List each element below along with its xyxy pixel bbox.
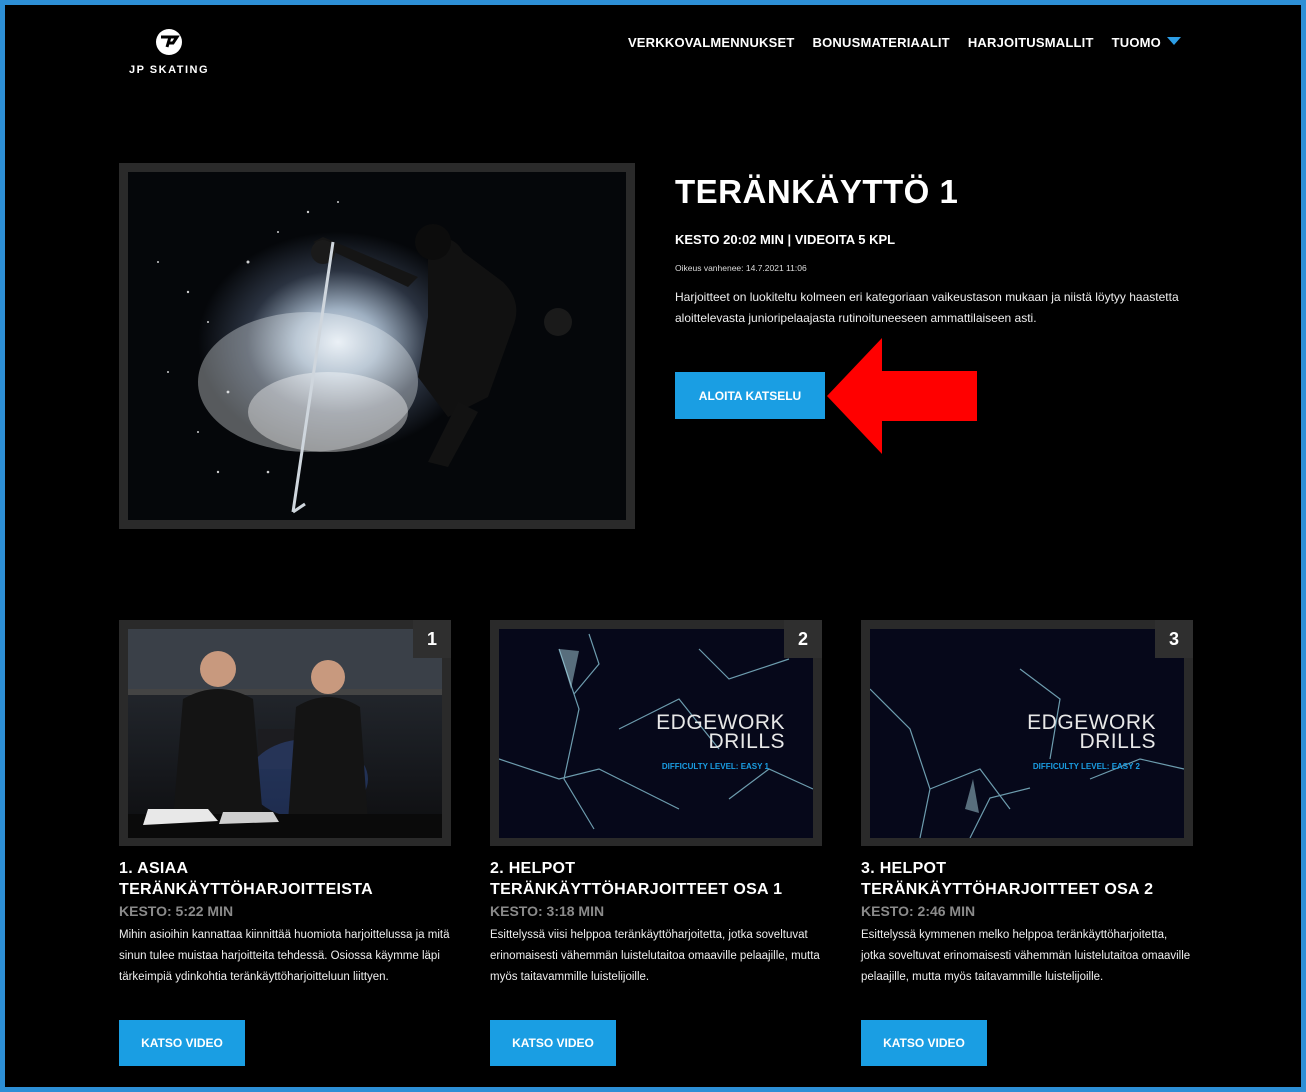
watch-video-button[interactable]: KATSO VIDEO: [490, 1020, 616, 1066]
course-meta: KESTO 20:02 MIN | VIDEOITA 5 KPL: [675, 232, 896, 247]
video-thumbnail[interactable]: EDGEWORK DRILLS DIFFICULTY LEVEL: EASY 2…: [861, 620, 1193, 846]
page-title: TERÄNKÄYTTÖ 1: [675, 173, 959, 210]
video-number-badge: 1: [413, 620, 451, 658]
video-title-line-1: 2. HELPOT: [490, 860, 576, 877]
thumbnail-difficulty: DIFFICULTY LEVEL: EASY 1: [661, 762, 769, 771]
video-title-line-1: 3. HELPOT: [861, 860, 947, 877]
thumbnail-title: EDGEWORK DRILLS: [1027, 712, 1156, 753]
video-card-2: EDGEWORK DRILLS DIFFICULTY LEVEL: EASY 1…: [490, 620, 822, 1066]
video-description: Esittelyssä viisi helppoa teränkäyttöhar…: [490, 929, 820, 983]
video-title-line-2: TERÄNKÄYTTÖHARJOITTEISTA: [119, 881, 374, 898]
red-arrow-annotation-icon: [827, 338, 977, 454]
thumbnail-title-line-2: DRILLS: [1079, 730, 1156, 753]
watch-video-button[interactable]: KATSO VIDEO: [861, 1020, 987, 1066]
video-title-line-2: TERÄNKÄYTTÖHARJOITTEET OSA 2: [861, 881, 1154, 898]
hero-image: [119, 163, 635, 529]
video-duration: KESTO: 2:46 MIN: [861, 903, 976, 919]
video-card-1: 1 1. ASIAA TERÄNKÄYTTÖHARJOITTEISTA KEST…: [119, 620, 451, 1066]
thumbnail-title-line-2: DRILLS: [708, 730, 785, 753]
video-card-3: EDGEWORK DRILLS DIFFICULTY LEVEL: EASY 2…: [861, 620, 1193, 1066]
logo-mark-icon: [156, 29, 182, 55]
nav-item-verkkovalmennukset[interactable]: VERKKOVALMENNUKSET: [628, 35, 795, 50]
nav-item-bonusmateriaalit[interactable]: BONUSMATERIAALIT: [813, 35, 950, 50]
access-expiry: Oikeus vanhenee: 14.7.2021 11:06: [675, 263, 807, 273]
start-watching-button[interactable]: ALOITA KATSELU: [675, 372, 825, 419]
video-description: Mihin asioihin kannattaa kiinnittää huom…: [119, 929, 450, 983]
thumbnail-title: EDGEWORK DRILLS: [656, 712, 785, 753]
video-title-line-2: TERÄNKÄYTTÖHARJOITTEET OSA 1: [490, 881, 783, 898]
video-number-badge: 2: [784, 620, 822, 658]
jp-skating-logo[interactable]: JP SKATING: [119, 27, 219, 76]
video-number-badge: 3: [1155, 620, 1193, 658]
video-title[interactable]: 3. HELPOT TERÄNKÄYTTÖHARJOITTEET OSA 2: [861, 858, 1193, 900]
video-title[interactable]: 1. ASIAA TERÄNKÄYTTÖHARJOITTEISTA: [119, 858, 451, 900]
coaches-illustration: [128, 629, 442, 838]
video-description: Esittelyssä kymmenen melko helppoa terän…: [861, 929, 1191, 983]
video-duration: KESTO: 3:18 MIN: [490, 903, 605, 919]
video-title-line-1: 1. ASIAA: [119, 860, 189, 877]
user-name: TUOMO: [1111, 35, 1161, 50]
watch-video-button[interactable]: KATSO VIDEO: [119, 1020, 245, 1066]
site-header: JP SKATING VERKKOVALMENNUKSET BONUSMATER…: [5, 5, 1301, 95]
brand-name: JP SKATING: [129, 64, 209, 76]
nav-item-harjoitusmallit[interactable]: HARJOITUSMALLIT: [968, 35, 1094, 50]
caret-down-icon: [1167, 37, 1181, 45]
nav-item-user-menu[interactable]: TUOMO: [1112, 35, 1181, 50]
thumbnail-difficulty: DIFFICULTY LEVEL: EASY 2: [1032, 762, 1140, 771]
video-thumbnail[interactable]: EDGEWORK DRILLS DIFFICULTY LEVEL: EASY 1…: [490, 620, 822, 846]
video-duration: KESTO: 5:22 MIN: [119, 903, 234, 919]
video-thumbnail[interactable]: 1: [119, 620, 451, 846]
video-title[interactable]: 2. HELPOT TERÄNKÄYTTÖHARJOITTEET OSA 1: [490, 858, 822, 900]
hockey-player-illustration: [157, 201, 572, 514]
course-description: Harjoitteet on luokiteltu kolmeen eri ka…: [675, 290, 1179, 325]
main-nav: VERKKOVALMENNUKSET BONUSMATERIAALIT HARJ…: [628, 35, 1181, 50]
